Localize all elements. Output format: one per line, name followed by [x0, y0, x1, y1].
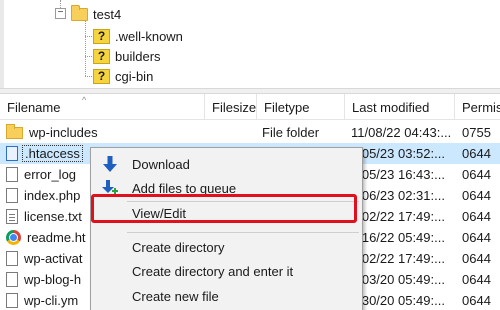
- file-icon: [6, 188, 18, 203]
- menu-item-create-directory[interactable]: Create directory: [91, 235, 364, 259]
- unknown-folder-icon: ?: [93, 48, 110, 64]
- list-header: Filename ^ Filesize Filetype Last modifi…: [0, 94, 500, 120]
- file-permissions: 0644: [462, 230, 491, 245]
- file-icon: [6, 146, 18, 161]
- file-name: license.txt: [24, 209, 82, 224]
- folder-icon: [71, 4, 88, 21]
- file-modified: 3/05/23 03:52:...: [351, 146, 445, 161]
- menu-item-label: Create directory: [132, 239, 225, 255]
- menu-item-download[interactable]: Download: [91, 152, 364, 176]
- column-filesize[interactable]: Filesize: [205, 94, 257, 120]
- tree-node-test4[interactable]: test4: [71, 4, 121, 24]
- collapse-toggle-icon[interactable]: −: [55, 8, 66, 19]
- menu-separator: [127, 232, 359, 233]
- file-modified: 11/08/22 04:43:...: [351, 125, 452, 140]
- column-label: Last modified: [352, 99, 430, 115]
- file-modified: 1/16/22 05:49:...: [351, 230, 445, 245]
- file-permissions: 0644: [462, 188, 491, 203]
- file-permissions: 0644: [462, 146, 491, 161]
- tree-node-label: .well-known: [115, 28, 183, 44]
- unknown-folder-icon: ?: [93, 68, 110, 84]
- file-icon: [6, 251, 18, 266]
- file-name: error_log: [24, 167, 77, 182]
- tree-node-well-known[interactable]: ? .well-known: [93, 26, 183, 46]
- tree-scrollbar[interactable]: [0, 0, 4, 88]
- file-permissions: 0644: [462, 293, 491, 308]
- text-file-icon: [6, 209, 18, 224]
- column-label: Filename: [7, 99, 61, 115]
- file-modified: 1/02/22 17:49:...: [351, 251, 445, 266]
- menu-item-create-directory-enter[interactable]: Create directory and enter it: [91, 259, 364, 283]
- file-name: .htaccess: [22, 145, 83, 162]
- file-modified: 1/02/22 17:49:...: [351, 209, 445, 224]
- download-arrow-icon: [103, 156, 117, 172]
- column-filename[interactable]: Filename: [0, 94, 205, 120]
- tree-node-label: builders: [115, 48, 161, 64]
- directory-tree[interactable]: − test4 ? .well-known ? builders ? cgi-b…: [0, 0, 500, 88]
- file-modified: 2/30/20 05:49:...: [351, 293, 445, 308]
- context-menu: Download Add files to queue View/Edit Cr…: [90, 147, 363, 310]
- file-icon: [6, 167, 18, 182]
- tree-guide: [85, 56, 92, 57]
- file-permissions: 0644: [462, 272, 491, 287]
- file-icon: [6, 272, 18, 287]
- menu-item-label: Create directory and enter it: [132, 263, 294, 279]
- file-name: readme.ht: [27, 230, 86, 245]
- unknown-folder-icon: ?: [93, 28, 110, 44]
- menu-item-label: Create new file: [132, 288, 219, 304]
- file-name: wp-activat: [24, 251, 83, 266]
- column-label: Filesize: [212, 99, 257, 115]
- column-filetype[interactable]: Filetype: [257, 94, 345, 120]
- tree-node-label: cgi-bin: [115, 68, 154, 84]
- column-label: Filetype: [264, 99, 310, 115]
- tree-node-label: test4: [93, 6, 122, 22]
- file-permissions: 0644: [462, 209, 491, 224]
- file-name: wp-cli.ym: [24, 293, 79, 308]
- tree-node-builders[interactable]: ? builders: [93, 46, 161, 66]
- file-modified: 3/06/23 02:31:...: [351, 188, 445, 203]
- column-label: Permis: [462, 99, 500, 115]
- tree-guide: [85, 20, 86, 76]
- tree-guide: [85, 76, 92, 77]
- file-row[interactable]: wp-includes File folder 11/08/22 04:43:.…: [0, 122, 500, 143]
- column-permissions[interactable]: Permis: [455, 94, 500, 120]
- file-name: index.php: [24, 188, 81, 203]
- file-modified: 3/03/20 05:49:...: [351, 272, 445, 287]
- file-permissions: 0644: [462, 167, 491, 182]
- highlight-annotation: [91, 194, 357, 223]
- file-permissions: 0755: [462, 125, 491, 140]
- menu-item-create-new-file[interactable]: Create new file: [91, 284, 364, 308]
- sort-caret-icon: ^: [82, 95, 87, 105]
- file-modified: 3/05/23 16:43:...: [351, 167, 445, 182]
- file-name: wp-blog-h: [24, 272, 82, 287]
- file-name: wp-includes: [29, 125, 98, 140]
- browser-file-icon: [6, 230, 21, 245]
- menu-item-label: Download: [132, 156, 190, 172]
- tree-guide: [85, 36, 92, 37]
- file-type: File folder: [262, 125, 320, 140]
- tree-node-cgi-bin[interactable]: ? cgi-bin: [93, 66, 153, 86]
- column-last-modified[interactable]: Last modified: [345, 94, 455, 120]
- file-icon: [6, 293, 18, 308]
- folder-icon: [6, 123, 23, 139]
- file-permissions: 0644: [462, 251, 491, 266]
